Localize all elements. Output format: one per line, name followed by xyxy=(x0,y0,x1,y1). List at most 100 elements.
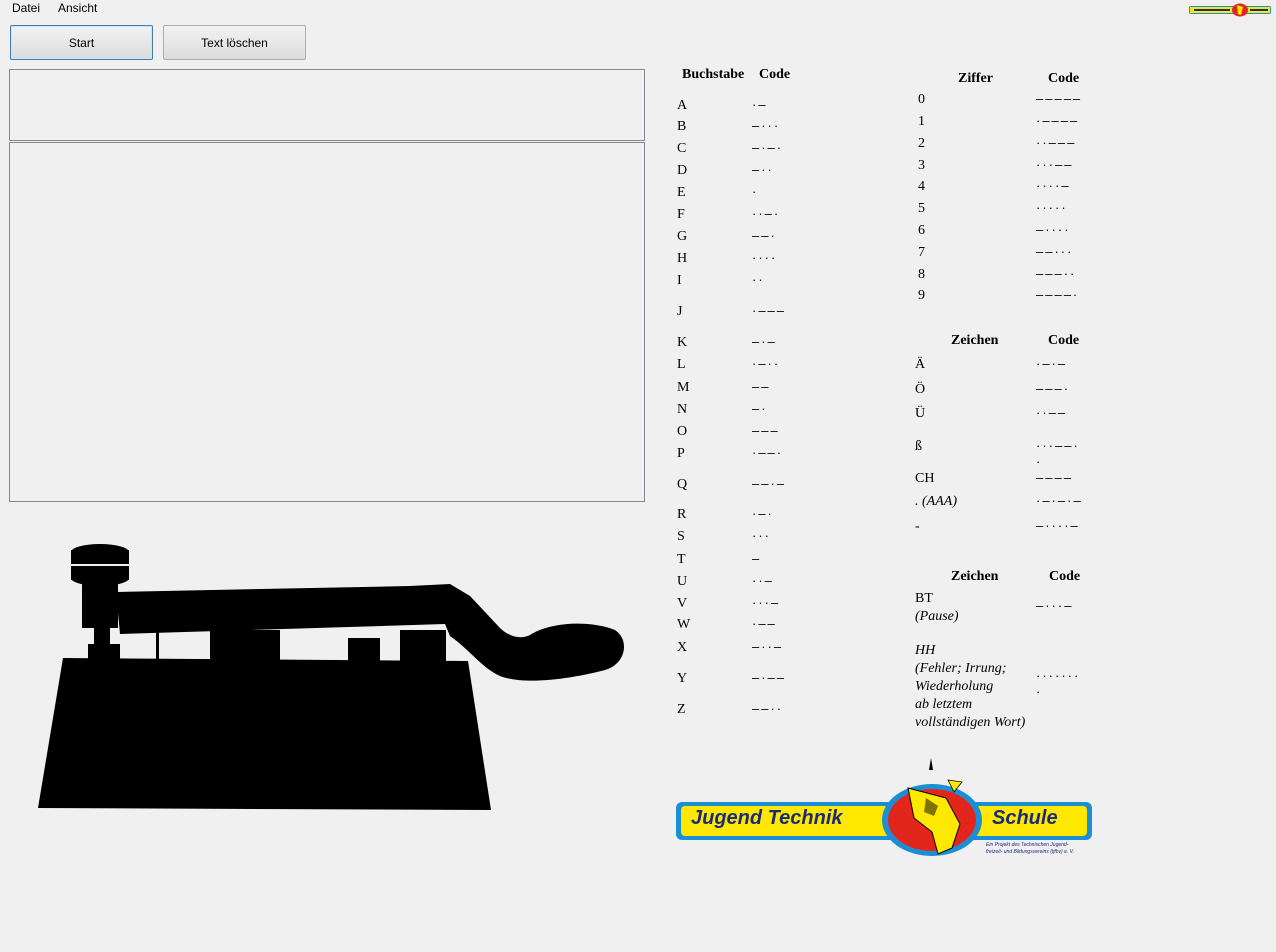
signs-char-3: ß xyxy=(915,439,922,454)
bt-code: –···– xyxy=(1036,598,1074,613)
digits-code-0: ––––– xyxy=(1036,91,1083,106)
clear-text-button[interactable]: Text löschen xyxy=(163,25,306,60)
letters-char-6: G xyxy=(677,229,688,244)
procedural-header-code: Code xyxy=(1049,569,1081,584)
letters-code-0: ·– xyxy=(752,97,768,112)
jugend-technik-schule-logo: Jugend Technik Schule Ein Projekt des Te… xyxy=(676,758,1092,860)
signs-char-5: . (AAA) xyxy=(915,494,957,509)
digits-code-1: ·–––– xyxy=(1036,113,1080,128)
signs-code-2: ··–– xyxy=(1036,405,1068,420)
letters-code-2: –·–· xyxy=(752,140,784,155)
digits-code-8: –––·· xyxy=(1036,266,1077,281)
digits-char-8: 8 xyxy=(918,267,925,282)
digits-code-9: ––––· xyxy=(1036,287,1080,302)
letters-code-25: ––·· xyxy=(752,701,784,716)
digits-char-4: 4 xyxy=(918,179,925,194)
digits-char-9: 9 xyxy=(918,288,925,303)
output-textbox[interactable] xyxy=(9,142,645,502)
digits-char-5: 5 xyxy=(918,201,925,216)
letters-char-0: A xyxy=(677,98,688,113)
signs-code-6: –····– xyxy=(1036,518,1080,533)
small-logo-icon xyxy=(1189,3,1271,17)
procedural-header-char: Zeichen xyxy=(951,569,999,584)
signs-header-code: Code xyxy=(1048,333,1080,348)
letters-char-17: R xyxy=(677,507,687,522)
letters-code-15: ·––· xyxy=(752,445,784,460)
letters-code-20: ··– xyxy=(752,573,774,588)
letters-char-21: V xyxy=(677,596,688,611)
digits-code-4: ····– xyxy=(1036,178,1071,193)
letters-header-code: Code xyxy=(759,67,791,82)
letters-char-23: X xyxy=(677,640,688,655)
digits-code-2: ··––– xyxy=(1036,135,1077,150)
letters-char-4: E xyxy=(677,185,686,200)
letters-char-3: D xyxy=(677,163,688,178)
letters-code-6: ––· xyxy=(752,228,777,243)
signs-header-char: Zeichen xyxy=(951,333,999,348)
letters-char-7: H xyxy=(677,251,688,266)
letters-code-3: –·· xyxy=(752,162,774,177)
letters-char-13: N xyxy=(677,402,688,417)
letters-code-16: ––·– xyxy=(752,476,787,491)
letters-char-20: U xyxy=(677,574,688,589)
digits-code-3: ···–– xyxy=(1036,157,1074,172)
signs-char-1: Ö xyxy=(915,382,926,397)
letters-char-11: L xyxy=(677,357,686,372)
letters-char-22: W xyxy=(677,617,691,632)
menu-datei[interactable]: Datei xyxy=(9,1,43,15)
letters-char-1: B xyxy=(677,119,687,134)
digits-code-7: ––··· xyxy=(1036,244,1074,259)
hh-note-3: ab letztem xyxy=(915,697,973,712)
morse-key-image xyxy=(38,544,625,810)
digits-char-2: 2 xyxy=(918,136,925,151)
start-button[interactable]: Start xyxy=(10,25,153,60)
signs-code-1: –––· xyxy=(1036,381,1071,396)
signs-code-0: ·–·– xyxy=(1036,356,1068,371)
digits-char-0: 0 xyxy=(918,92,925,107)
signs-char-2: Ü xyxy=(915,406,926,421)
letters-code-13: –· xyxy=(752,401,768,416)
hh-description: HH (Fehler; Irrung; Wiederholung ab letz… xyxy=(915,642,1025,732)
digits-char-1: 1 xyxy=(918,114,925,129)
letters-code-17: ·–· xyxy=(752,506,774,521)
bt-label: BT xyxy=(915,591,933,606)
letters-code-23: –··– xyxy=(752,639,784,654)
letters-code-12: –– xyxy=(752,379,771,394)
menu-bar: Datei Ansicht xyxy=(0,0,1276,18)
letters-code-9: ·––– xyxy=(752,303,787,318)
signs-char-4: CH xyxy=(915,471,935,486)
letters-code-11: ·–·· xyxy=(752,356,781,371)
hh-note-1: (Fehler; Irrung; xyxy=(915,661,1007,676)
input-textbox[interactable] xyxy=(9,69,645,141)
digits-char-7: 7 xyxy=(918,245,925,260)
hh-label: HH xyxy=(915,643,936,658)
letters-char-15: P xyxy=(677,446,685,461)
hh-code-2: · xyxy=(1036,684,1043,699)
hh-code-1: ······· xyxy=(1036,668,1081,683)
digits-header-char: Ziffer xyxy=(958,71,993,86)
menu-ansicht[interactable]: Ansicht xyxy=(55,1,100,15)
letters-code-1: –··· xyxy=(752,118,781,133)
logo-tagline: Ein Projekt des Technischen Jugend- frei… xyxy=(986,842,1074,856)
letters-char-8: I xyxy=(677,273,682,288)
hh-note-4: vollständigen Wort) xyxy=(915,715,1026,730)
digits-header-code: Code xyxy=(1048,71,1080,86)
letters-code-19: – xyxy=(752,551,762,566)
logo-tagline-2: freizeit- und Bildungsvereins (tjfbv) e.… xyxy=(986,849,1075,855)
letters-char-2: C xyxy=(677,141,687,156)
logo-text-left: Jugend Technik xyxy=(691,807,843,829)
signs-code-4: –––– xyxy=(1036,470,1073,485)
letters-code-10: –·– xyxy=(752,334,777,349)
logo-text-right: Schule xyxy=(992,807,1058,829)
letters-code-4: · xyxy=(752,184,759,199)
letters-code-24: –·–– xyxy=(752,670,787,685)
bt-note: (Pause) xyxy=(915,609,959,624)
letters-char-9: J xyxy=(677,304,683,319)
hh-note-2: Wiederholung xyxy=(915,679,994,694)
digits-char-6: 6 xyxy=(918,223,925,238)
letters-char-5: F xyxy=(677,207,685,222)
signs-char-0: Ä xyxy=(915,357,926,372)
signs-code-3: ···––· · xyxy=(1036,438,1080,469)
letters-char-24: Y xyxy=(677,671,688,686)
letters-code-5: ··–· xyxy=(752,206,781,221)
